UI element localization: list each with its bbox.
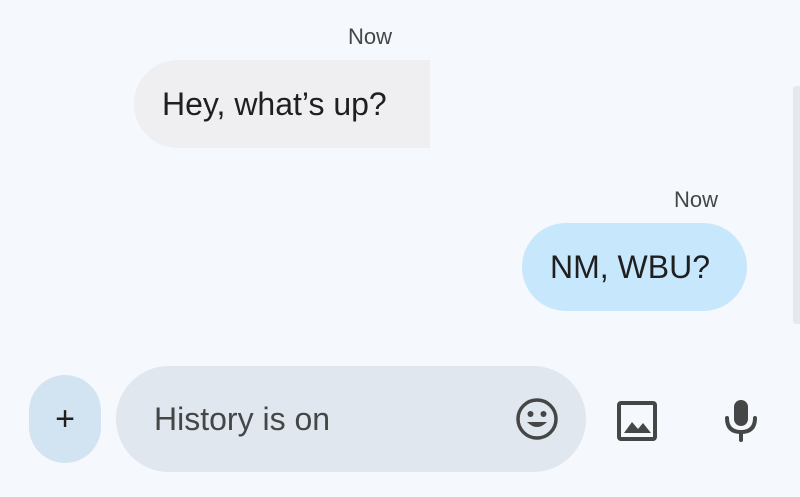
message-timestamp: Now <box>348 24 393 49</box>
compose-bar: + <box>0 366 800 474</box>
scrollbar[interactable] <box>793 86 800 324</box>
plus-icon: + <box>55 399 75 438</box>
incoming-message-bubble[interactable]: Hey, what’s up? <box>134 60 430 148</box>
message-text: NM, WBU? <box>550 249 710 285</box>
image-icon[interactable] <box>614 398 660 444</box>
message-input[interactable] <box>154 366 494 472</box>
compose-field <box>116 366 586 472</box>
outgoing-message-bubble[interactable]: NM, WBU? <box>522 223 747 311</box>
message-timestamp: Now <box>674 187 719 212</box>
add-attachment-button[interactable]: + <box>29 375 101 463</box>
emoji-icon[interactable] <box>514 396 560 442</box>
microphone-icon[interactable] <box>718 396 764 444</box>
message-text: Hey, what’s up? <box>162 86 387 122</box>
